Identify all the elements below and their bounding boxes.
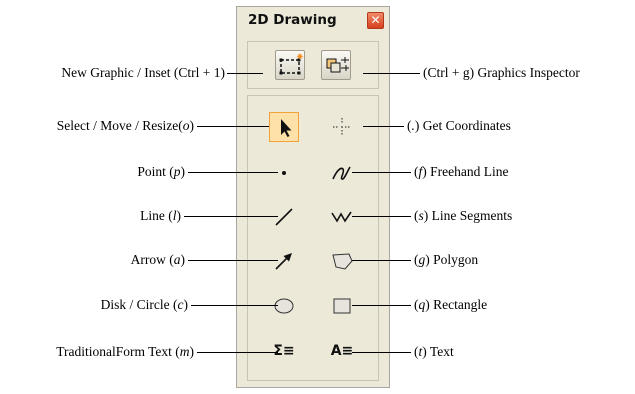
label-disk-circle: Disk / Circle (c): [0, 295, 188, 315]
graphics-inspector-button[interactable]: [321, 50, 351, 80]
get-coordinates-tool-button[interactable]: [327, 112, 357, 142]
arrow-icon: [275, 253, 292, 270]
shortcut-key: p: [173, 164, 181, 179]
leader-line: [352, 260, 411, 261]
traditional-form-text-tool-button[interactable]: Σ≡: [269, 336, 299, 366]
freehand-line-icon: [332, 166, 351, 180]
close-button[interactable]: ✕: [367, 12, 384, 29]
point-icon: [282, 171, 286, 175]
rectangle-icon: [333, 298, 351, 314]
label-rectangle: (q) Rectangle: [414, 295, 487, 315]
leader-line: [352, 352, 411, 353]
shortcut-key: o: [182, 118, 190, 133]
text-icon: A≡: [330, 343, 354, 359]
label-text: Disk / Circle (: [100, 297, 178, 312]
label-text: ): [183, 297, 189, 312]
label-point: Point (p): [0, 162, 185, 182]
disk-circle-tool-button[interactable]: [269, 291, 299, 321]
shortcut-key: a: [173, 252, 181, 267]
label-text: ) Rectangle: [425, 297, 488, 312]
label-text: Line (: [140, 208, 173, 223]
drawing-tool-group: Σ≡ A≡: [247, 95, 379, 381]
polygon-tool-button[interactable]: [327, 246, 357, 276]
freehand-line-tool-button[interactable]: [327, 158, 357, 188]
label-text: ) Freehand Line: [422, 164, 509, 179]
leader-line: [352, 172, 411, 173]
label-text: Point (: [137, 164, 174, 179]
svg-text:✷: ✷: [296, 52, 304, 63]
text-tool-button[interactable]: A≡: [327, 336, 357, 366]
ellipse-icon: [274, 298, 294, 314]
label-get-coordinates: (.) Get Coordinates: [407, 116, 511, 136]
line-segments-icon: [331, 211, 352, 223]
polygon-icon: [332, 253, 353, 270]
leader-line: [352, 216, 411, 217]
label-text: (Ctrl + g) Graphics Inspector: [423, 65, 580, 80]
label-select: Select / Move / Resize(o): [0, 116, 194, 136]
label-traditional-form-text: TraditionalForm Text (m): [0, 342, 194, 362]
label-graphics-inspector: (Ctrl + g) Graphics Inspector: [423, 63, 580, 83]
new-graphic-button[interactable]: ✷: [275, 50, 305, 80]
leader-line: [363, 126, 404, 127]
graphics-inspector-icon: [326, 57, 349, 73]
label-text: ) Polygon: [425, 252, 479, 267]
label-text: ) Line Segments: [423, 208, 513, 223]
arrow-tool-button[interactable]: [269, 246, 299, 276]
shortcut-key: m: [179, 344, 190, 359]
leader-line: [188, 260, 278, 261]
crosshair-icon: [333, 118, 351, 136]
label-text: ) Get Coordinates: [414, 118, 511, 133]
line-icon: [275, 208, 293, 226]
palette-title: 2D Drawing: [248, 12, 337, 28]
traditional-form-text-icon: Σ≡: [273, 343, 295, 359]
new-graphic-icon: ✷: [279, 52, 304, 75]
leader-line: [191, 305, 278, 306]
line-segments-tool-button[interactable]: [327, 202, 357, 232]
label-text-tool: (t) Text: [414, 342, 454, 362]
label-text: Arrow (: [130, 252, 174, 267]
leader-line: [188, 172, 278, 173]
top-tool-group: ✷: [247, 41, 379, 89]
label-new-graphic: New Graphic / Inset (Ctrl + 1): [0, 63, 225, 83]
label-text: ): [189, 118, 195, 133]
title-bar[interactable]: 2D Drawing ✕: [237, 7, 389, 37]
leader-line: [184, 216, 278, 217]
label-arrow: Arrow (a): [0, 250, 185, 270]
label-text: ): [180, 164, 186, 179]
label-text: ): [176, 208, 182, 223]
leader-line: [197, 126, 269, 127]
label-polygon: (g) Polygon: [414, 250, 478, 270]
rectangle-tool-button[interactable]: [327, 291, 357, 321]
leader-line: [363, 73, 420, 74]
leader-line: [352, 305, 411, 306]
label-text: New Graphic / Inset (Ctrl + 1): [61, 65, 225, 80]
leader-line: [227, 73, 263, 74]
label-freehand-line: (f) Freehand Line: [414, 162, 508, 182]
label-text: ): [189, 344, 195, 359]
label-line-segments: (s) Line Segments: [414, 206, 512, 226]
point-tool-button[interactable]: [269, 158, 299, 188]
label-text: ) Text: [422, 344, 454, 359]
leader-line: [197, 352, 278, 353]
select-tool-button[interactable]: [269, 112, 299, 142]
label-text: TraditionalForm Text (: [56, 344, 180, 359]
label-line: Line (l): [0, 206, 181, 226]
line-tool-button[interactable]: [269, 202, 299, 232]
arrow-cursor-icon: [281, 119, 292, 137]
label-text: ): [180, 252, 186, 267]
label-text: Select / Move / Resize(: [56, 118, 183, 133]
drawing-palette: 2D Drawing ✕ ✷ Σ≡ A≡: [236, 6, 390, 388]
